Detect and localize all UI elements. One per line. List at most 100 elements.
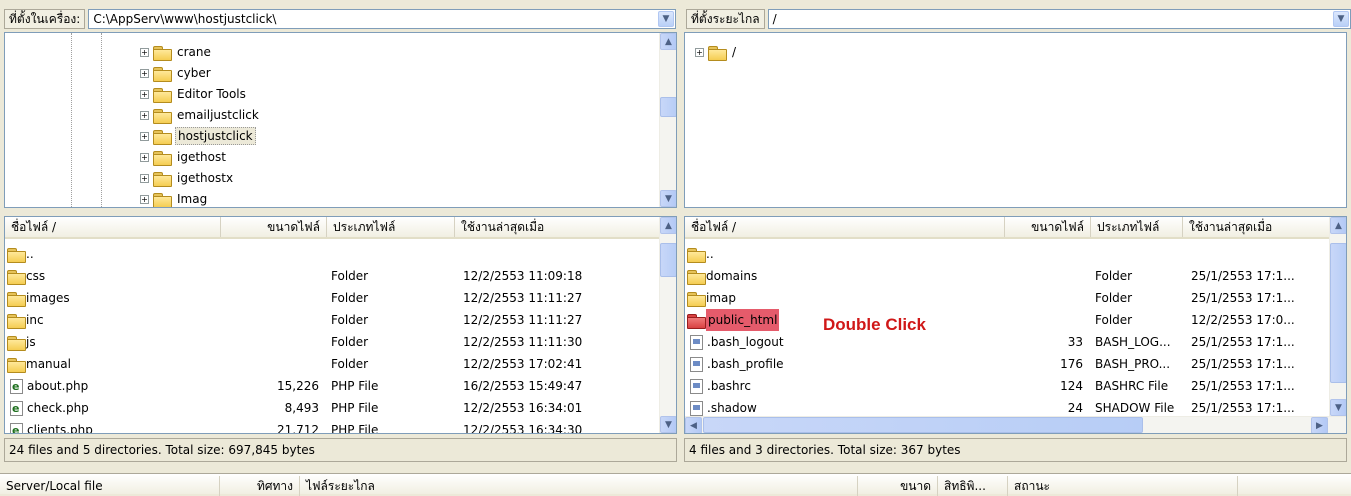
scroll-thumb[interactable] (660, 243, 676, 277)
expand-plus-icon[interactable]: + (140, 110, 149, 120)
queue-col-remote-file[interactable]: ไฟล์ระยะไกล (300, 476, 858, 496)
file-row[interactable]: about.php 15,226 PHP File 16/2/2553 15:49:4… (5, 375, 659, 397)
tree-item[interactable]: + / (695, 42, 738, 62)
folder-icon (7, 357, 26, 373)
col-filetype[interactable]: ประเภทไฟล์ (327, 217, 455, 237)
expand-plus-icon[interactable]: + (140, 47, 149, 57)
file-size: 124 (1060, 379, 1083, 393)
scroll-thumb[interactable] (1330, 243, 1346, 383)
remote-file-list[interactable]: ชื่อไฟล์ / ขนาดไฟล์ ประเภทไฟล์ ใช้งานล่า… (684, 216, 1347, 434)
file-row[interactable]: manual Folder 12/2/2553 17:02:41 (5, 353, 659, 375)
file-row[interactable]: .bash_profile 176 BASH_PRO... 25/1/2553 17:… (685, 353, 1329, 375)
file-name-cell: css (5, 265, 221, 287)
scroll-right-icon[interactable]: ▶ (1311, 417, 1328, 433)
tree-item[interactable]: + hostjustclick (140, 126, 256, 146)
col-filetype[interactable]: ประเภทไฟล์ (1091, 217, 1183, 237)
text-file-icon (690, 400, 703, 416)
file-row[interactable]: imap Folder 25/1/2553 17:1... (685, 287, 1329, 309)
queue-col-local-file[interactable]: Server/Local file (0, 476, 220, 496)
expand-plus-icon[interactable]: + (140, 152, 149, 162)
scroll-left-icon[interactable]: ◀ (685, 417, 702, 433)
tree-item[interactable]: + emailjustclick (140, 105, 261, 125)
expand-plus-icon[interactable]: + (140, 173, 149, 183)
file-row[interactable]: .. (5, 243, 659, 265)
scroll-thumb[interactable] (703, 417, 1143, 433)
col-filesize[interactable]: ขนาดไฟล์ (221, 217, 327, 237)
file-type: Folder (331, 357, 369, 371)
scroll-thumb[interactable] (660, 97, 676, 117)
file-type: PHP File (331, 423, 379, 434)
local-tree-pane[interactable]: + crane + cyber + Editor Tools + emailjustclick… (4, 32, 677, 208)
col-filename[interactable]: ชื่อไฟล์ / (685, 217, 1005, 237)
file-row[interactable]: inc Folder 12/2/2553 11:11:27 (5, 309, 659, 331)
tree-item[interactable]: + cyber (140, 63, 213, 83)
folder-icon (153, 192, 172, 207)
file-row[interactable]: css Folder 12/2/2553 11:09:18 (5, 265, 659, 287)
scroll-up-icon[interactable]: ▲ (660, 33, 676, 50)
remote-status-bar: 4 files and 3 directories. Total size: 3… (684, 438, 1347, 462)
scroll-up-icon[interactable]: ▲ (660, 217, 676, 234)
expand-plus-icon[interactable]: + (140, 194, 149, 204)
file-row[interactable]: js Folder 12/2/2553 11:11:30 (5, 331, 659, 353)
queue-col-size[interactable]: ขนาด (858, 476, 938, 496)
folder-icon (153, 66, 172, 82)
file-name-cell: manual (5, 353, 221, 375)
file-row[interactable]: public_html Folder 12/2/2553 17:0... (685, 309, 1329, 331)
file-row[interactable]: clients.php 21,712 PHP File 12/2/2553 16:34… (5, 419, 659, 434)
col-modified[interactable]: ใช้งานล่าสุดเมื่อ (1183, 217, 1331, 237)
local-file-list[interactable]: ชื่อไฟล์ / ขนาดไฟล์ ประเภทไฟล์ ใช้งานล่า… (4, 216, 677, 434)
scroll-down-icon[interactable]: ▼ (1330, 399, 1346, 416)
expand-plus-icon[interactable]: + (140, 89, 149, 99)
tree-item[interactable]: + crane (140, 42, 213, 62)
remote-list-hscrollbar[interactable]: ◀ ▶ (685, 416, 1346, 433)
file-name: imap (706, 291, 736, 305)
file-row[interactable]: check.php 8,493 PHP File 12/2/2553 16:34:01 (5, 397, 659, 419)
file-name-cell: images (5, 287, 221, 309)
file-type: Folder (331, 291, 369, 305)
local-tree-scrollbar[interactable]: ▲ ▼ (659, 33, 676, 207)
folder-icon (153, 171, 172, 187)
file-name: .. (706, 247, 714, 261)
remote-list-header: ชื่อไฟล์ / ขนาดไฟล์ ประเภทไฟล์ ใช้งานล่า… (685, 217, 1331, 239)
expand-plus-icon[interactable]: + (695, 47, 704, 57)
remote-path-input[interactable]: / ▼ (767, 9, 1351, 29)
local-path-bar: ที่ตั้งในเครื่อง: C:\AppServ\www\hostjus… (0, 8, 676, 30)
local-status-bar: 24 files and 5 directories. Total size: … (4, 438, 677, 462)
local-list-scrollbar[interactable]: ▲ ▼ (659, 217, 676, 433)
file-name: clients.php (27, 423, 93, 434)
tree-item[interactable]: + igethost (140, 147, 228, 167)
file-row[interactable]: images Folder 12/2/2553 11:11:27 (5, 287, 659, 309)
expand-plus-icon[interactable]: + (140, 131, 149, 141)
file-row[interactable]: .bash_logout 33 BASH_LOG... 25/1/2553 17:1.… (685, 331, 1329, 353)
tree-item-label: igethostx (177, 171, 234, 185)
tree-item[interactable]: + igethostx (140, 168, 235, 188)
queue-col-permission[interactable]: สิทธิพิ... (938, 476, 1008, 496)
local-path-dropdown-icon[interactable]: ▼ (658, 11, 674, 27)
tree-item[interactable]: + Editor Tools (140, 84, 248, 104)
tree-item[interactable]: + Imag (140, 189, 209, 207)
remote-list-scrollbar[interactable]: ▲ ▼ (1329, 217, 1346, 416)
php-file-icon (10, 398, 23, 419)
queue-col-status[interactable]: สถานะ (1008, 476, 1238, 496)
col-filesize[interactable]: ขนาดไฟล์ (1005, 217, 1091, 237)
file-type: PHP File (331, 379, 379, 393)
file-name-cell: js (5, 331, 221, 353)
file-modified: 12/2/2553 11:11:27 (463, 291, 583, 305)
col-modified[interactable]: ใช้งานล่าสุดเมื่อ (455, 217, 661, 237)
scroll-down-icon[interactable]: ▼ (660, 190, 676, 207)
local-path-value: C:\AppServ\www\hostjustclick\ (93, 12, 277, 26)
file-name-cell: about.php (5, 375, 221, 397)
file-name-cell: domains (685, 265, 1005, 287)
remote-tree-pane[interactable]: + / (684, 32, 1347, 208)
file-size: 8,493 (284, 401, 319, 415)
queue-col-direction[interactable]: ทิศทาง (220, 476, 300, 496)
file-row[interactable]: .. (685, 243, 1329, 265)
file-row[interactable]: .bashrc 124 BASHRC File 25/1/2553 17:1... (685, 375, 1329, 397)
expand-plus-icon[interactable]: + (140, 68, 149, 78)
scroll-down-icon[interactable]: ▼ (660, 416, 676, 433)
scroll-up-icon[interactable]: ▲ (1330, 217, 1346, 234)
remote-path-dropdown-icon[interactable]: ▼ (1333, 11, 1349, 27)
file-row[interactable]: domains Folder 25/1/2553 17:1... (685, 265, 1329, 287)
col-filename[interactable]: ชื่อไฟล์ / (5, 217, 221, 237)
local-path-input[interactable]: C:\AppServ\www\hostjustclick\ ▼ (88, 9, 676, 29)
